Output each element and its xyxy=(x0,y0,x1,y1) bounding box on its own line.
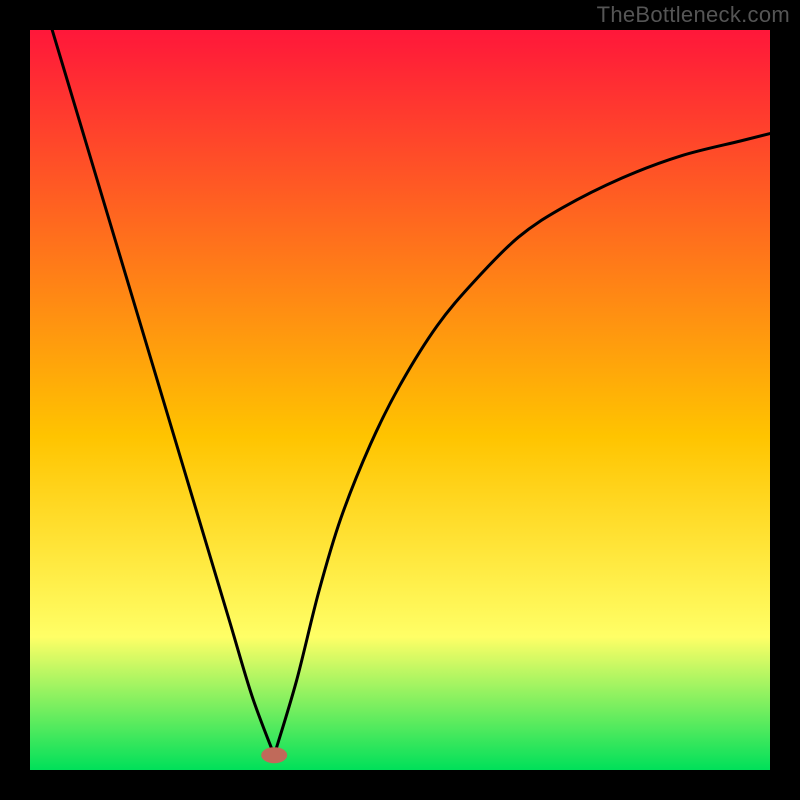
watermark-text: TheBottleneck.com xyxy=(597,2,790,28)
chart-frame: { "watermark": "TheBottleneck.com", "cha… xyxy=(0,0,800,800)
chart-svg xyxy=(0,0,800,800)
plot-background xyxy=(30,30,770,770)
minimum-marker xyxy=(261,747,287,763)
